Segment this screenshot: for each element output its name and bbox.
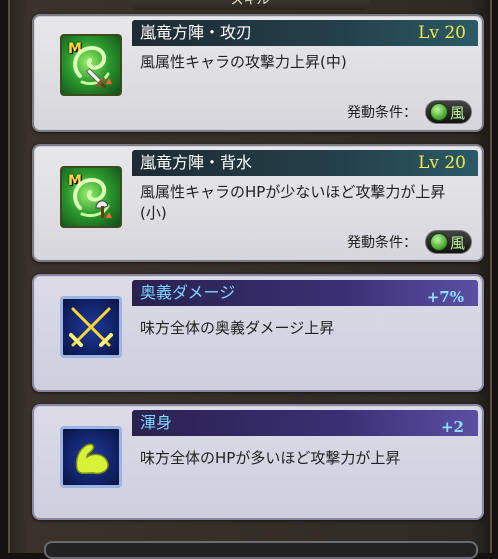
skill-card-2[interactable]: M 嵐竜方陣・背水 Lv 20 風属性キャラのHPが少ないほど攻撃力が上昇(小)… xyxy=(32,144,484,262)
wind-element-badge: 風 xyxy=(424,230,472,254)
wind-element-badge: 風 xyxy=(424,100,472,124)
panel-title: スキル xyxy=(230,0,270,8)
skill-level: Lv 20 xyxy=(418,23,466,43)
wind-element-label: 風 xyxy=(449,103,465,122)
wind-element-icon xyxy=(429,233,448,251)
next-card-edge xyxy=(44,541,478,559)
skill-panel: スキル M 嵐竜方陣・攻刃 Lv 20 風属性キャラの攻撃力上昇(中) 発動条件… xyxy=(8,0,492,559)
panel-header-tab: スキル xyxy=(130,0,370,10)
condition-label: 発動条件： xyxy=(346,105,417,121)
skill-description: 風属性キャラの攻撃力上昇(中) xyxy=(140,53,347,71)
skill-level: Lv 20 xyxy=(418,153,466,173)
skill-card-1[interactable]: M 嵐竜方陣・攻刃 Lv 20 風属性キャラの攻撃力上昇(中) 発動条件： 風 xyxy=(32,14,484,132)
crossed-swords-icon xyxy=(60,296,122,358)
bonus-description: 味方全体の奥義ダメージ上昇 xyxy=(140,319,335,337)
bonus-card-1[interactable]: 奥義ダメージ +7% 味方全体の奥義ダメージ上昇 xyxy=(32,274,484,392)
condition-label: 発動条件： xyxy=(346,235,417,251)
bonus-description: 味方全体のHPが多いほど攻撃力が上昇 xyxy=(140,449,401,467)
bonus-card-2[interactable]: 渾身 +2 味方全体のHPが多いほど攻撃力が上昇 xyxy=(32,404,484,520)
activation-condition: 発動条件： 風 xyxy=(347,230,472,254)
bonus-name: 奥義ダメージ xyxy=(140,283,236,302)
wind-element-icon xyxy=(429,103,448,121)
wind-swirl-axe-icon: M xyxy=(60,166,122,228)
wind-element-label: 風 xyxy=(449,233,465,252)
skill-name: 嵐竜方陣・背水 xyxy=(140,153,253,172)
flexed-arm-icon xyxy=(60,426,122,488)
skill-name: 嵐竜方陣・攻刃 xyxy=(140,23,253,42)
wind-swirl-sword-icon: M xyxy=(60,34,122,96)
bonus-value: +2 xyxy=(440,418,464,436)
bonus-name: 渾身 xyxy=(140,413,173,432)
bonus-title-bar xyxy=(132,410,478,436)
bonus-value: +7% xyxy=(426,288,464,306)
skill-description: 風属性キャラのHPが少ないほど攻撃力が上昇(小) xyxy=(140,183,446,222)
activation-condition: 発動条件： 風 xyxy=(347,100,472,124)
